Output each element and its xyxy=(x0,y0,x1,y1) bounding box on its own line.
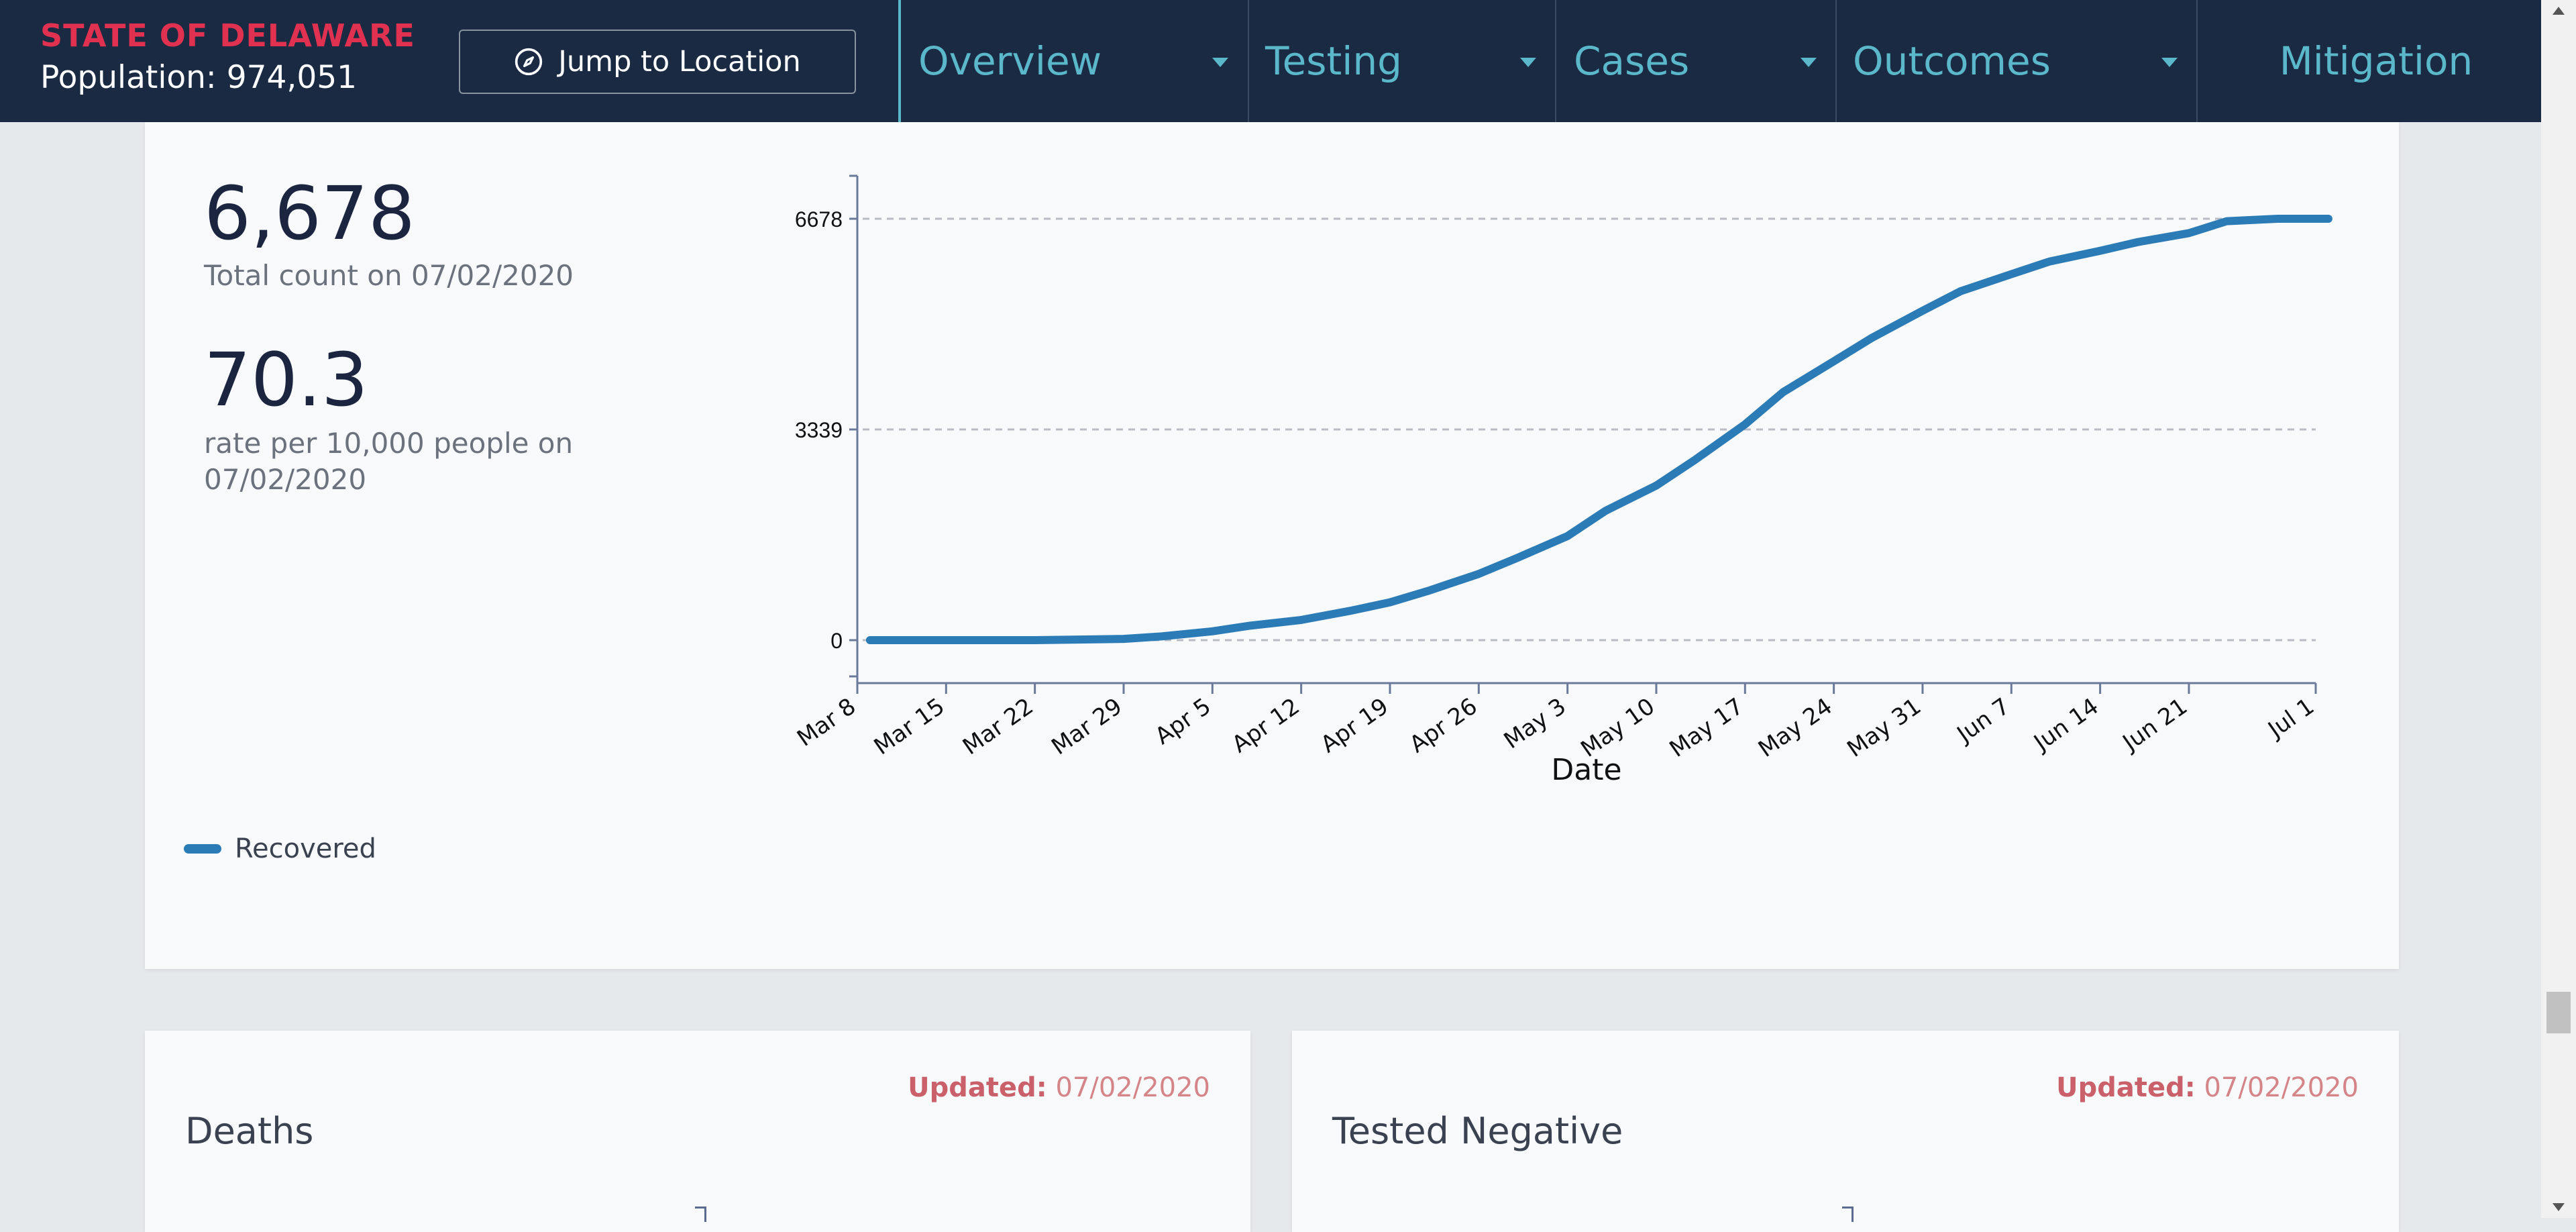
page-scrollbar[interactable] xyxy=(2541,0,2576,1218)
legend-swatch xyxy=(184,844,221,854)
tab-testing[interactable]: Testing xyxy=(1249,0,1555,122)
chart-axis-corner xyxy=(695,1207,706,1222)
x-tick-label: Jun 21 xyxy=(2117,693,2192,757)
x-tick-label: Jun 14 xyxy=(2028,693,2103,757)
updated-date: 07/02/2020 xyxy=(2204,1072,2359,1103)
jump-to-location-button[interactable]: Jump to Location xyxy=(459,30,856,94)
tab-label: Overview xyxy=(918,38,1102,84)
compass-icon xyxy=(515,48,543,76)
x-tick-label: May 24 xyxy=(1754,693,1837,763)
x-tick-label: Mar 22 xyxy=(958,693,1038,761)
x-tick-label: Jul 1 xyxy=(2262,693,2319,744)
tab-mitigation[interactable]: Mitigation xyxy=(2198,0,2541,122)
x-tick-label: Apr 12 xyxy=(1227,693,1304,759)
caret-down-icon xyxy=(2161,58,2178,67)
updated-date: 07/02/2020 xyxy=(1055,1072,1210,1103)
jump-button-label: Jump to Location xyxy=(558,45,801,79)
deaths-card: Updated: 07/02/2020 Deaths xyxy=(145,1031,1250,1232)
top-navbar: STATE OF DELAWARE Population: 974,051 Ju… xyxy=(0,0,2541,122)
scroll-up-arrow-icon[interactable] xyxy=(2553,7,2565,15)
recovered-line-chart: 033396678Mar 8 Mar 15 Mar 22 Mar 29 Apr 5 Apr… xyxy=(792,174,2332,787)
updated-label: Updated: 07/02/2020 xyxy=(2056,1072,2359,1103)
card-title: Deaths xyxy=(185,1110,314,1152)
x-tick-label: May 17 xyxy=(1665,693,1749,763)
tab-label: Cases xyxy=(1574,38,1690,84)
tested-negative-card: Updated: 07/02/2020 Tested Negative xyxy=(1292,1031,2399,1232)
x-tick-label: Mar 8 xyxy=(792,693,861,752)
y-tick-label: 6678 xyxy=(795,207,843,232)
chart-legend: Recovered xyxy=(184,833,376,864)
x-tick-label: Apr 26 xyxy=(1405,693,1482,759)
x-tick-label: May 31 xyxy=(1842,693,1926,763)
x-tick-label: May 3 xyxy=(1499,693,1571,755)
chart-axis-corner xyxy=(1842,1207,1854,1222)
tab-cases[interactable]: Cases xyxy=(1556,0,1835,122)
tab-label: Mitigation xyxy=(2279,38,2473,84)
recovered-card: 6,678 Total count on 07/02/2020 70.3 rat… xyxy=(145,122,2399,969)
y-tick-label: 3339 xyxy=(795,418,843,442)
tab-label: Testing xyxy=(1265,38,1402,84)
updated-label: Updated: 07/02/2020 xyxy=(908,1072,1210,1103)
x-tick-label: Mar 15 xyxy=(869,693,950,761)
x-tick-label: Apr 5 xyxy=(1150,693,1216,750)
legend-label: Recovered xyxy=(235,833,376,864)
caret-down-icon xyxy=(1212,58,1228,67)
x-tick-label: Jun 7 xyxy=(1951,693,2015,749)
scrollbar-thumb[interactable] xyxy=(2546,992,2571,1033)
tab-outcomes[interactable]: Outcomes xyxy=(1837,0,2196,122)
caret-down-icon xyxy=(1801,58,1817,67)
tab-label: Outcomes xyxy=(1853,38,2051,84)
caret-down-icon xyxy=(1520,58,1536,67)
card-title: Tested Negative xyxy=(1332,1110,1623,1152)
state-name[interactable]: STATE OF DELAWARE xyxy=(40,17,415,54)
x-tick-label: Mar 29 xyxy=(1046,693,1127,761)
updated-prefix: Updated: xyxy=(2056,1072,2196,1103)
population-label: Population: 974,051 xyxy=(40,59,358,96)
x-tick-label: Apr 19 xyxy=(1316,693,1393,759)
scroll-down-arrow-icon[interactable] xyxy=(2553,1203,2565,1211)
tab-overview[interactable]: Overview xyxy=(901,0,1247,122)
x-axis-title: Date xyxy=(1551,753,1621,787)
updated-prefix: Updated: xyxy=(908,1072,1047,1103)
y-tick-label: 0 xyxy=(830,629,843,653)
